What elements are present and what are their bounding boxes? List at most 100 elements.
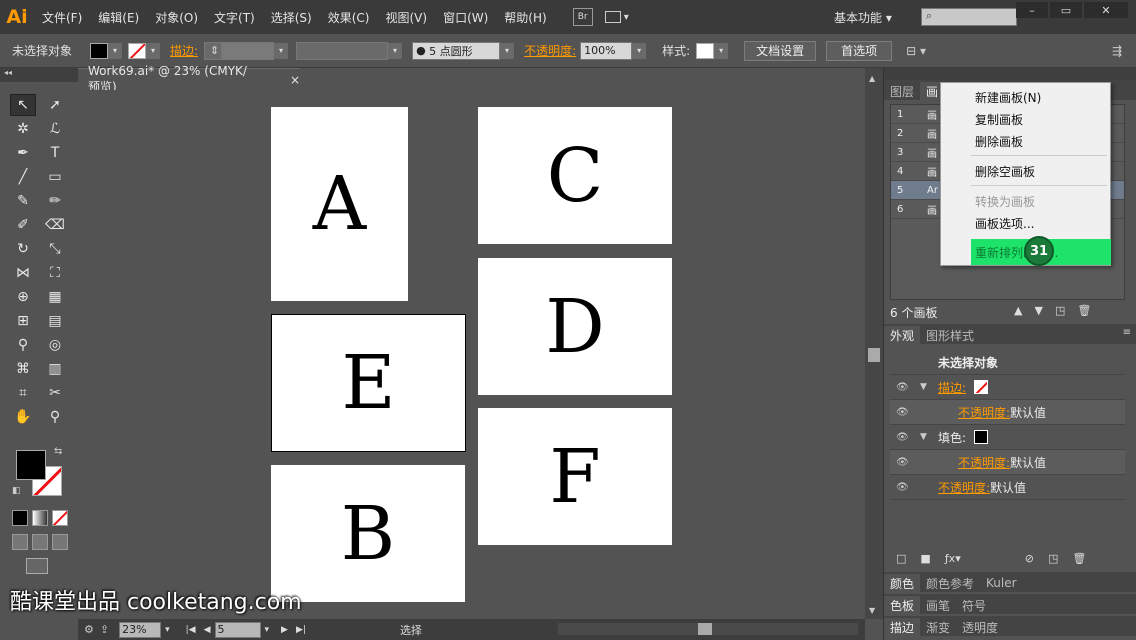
- shape-builder-tool-icon[interactable]: ⊕: [10, 286, 36, 308]
- menu-edit[interactable]: 编辑(E): [90, 9, 147, 26]
- pen-tool-icon[interactable]: ✒: [10, 142, 36, 164]
- tab-layers[interactable]: 图层: [884, 82, 921, 100]
- perspective-grid-tool-icon[interactable]: ▦: [42, 286, 68, 308]
- canvas[interactable]: A C D E F B: [78, 90, 865, 619]
- expand-triangle-icon[interactable]: ▼: [920, 432, 927, 442]
- mesh-tool-icon[interactable]: ⊞: [10, 310, 36, 332]
- brush-dropdown-icon[interactable]: ▾: [500, 42, 515, 59]
- next-artboard-icon[interactable]: ▶: [281, 625, 288, 635]
- zoom-dropdown-icon[interactable]: ▾: [165, 625, 170, 635]
- workspace-switcher[interactable]: 基本功能 ▾: [834, 9, 892, 26]
- scroll-down-icon[interactable]: ▼: [869, 606, 875, 615]
- stroke-label[interactable]: 描边:: [170, 42, 198, 59]
- close-tab-icon[interactable]: ×: [290, 73, 300, 87]
- width-tool-icon[interactable]: ⋈: [10, 262, 36, 284]
- artboard-dropdown-icon[interactable]: ▾: [265, 625, 270, 635]
- fill-opacity-label[interactable]: 不透明度:: [958, 454, 1010, 471]
- minimize-button[interactable]: –: [1016, 2, 1048, 18]
- stroke-dropdown-icon[interactable]: ▾: [146, 42, 161, 59]
- prev-artboard-icon[interactable]: ◀: [204, 625, 211, 635]
- tab-graphic-styles[interactable]: 图形样式: [920, 326, 981, 344]
- draw-inside-icon[interactable]: [52, 534, 68, 550]
- menu-file[interactable]: 文件(F): [34, 9, 90, 26]
- first-artboard-icon[interactable]: |◀: [186, 625, 196, 635]
- appearance-fill-row[interactable]: 👁 ▼ 填色:: [890, 425, 1125, 450]
- artboard-a[interactable]: A: [271, 107, 408, 301]
- artboard-number-field[interactable]: 5: [214, 621, 261, 638]
- new-artboard-icon[interactable]: ◳: [1055, 304, 1065, 317]
- menu-help[interactable]: 帮助(H): [496, 9, 554, 26]
- panel-menu-icon[interactable]: ⇶: [1112, 44, 1122, 58]
- magic-wand-tool-icon[interactable]: ✲: [10, 118, 36, 140]
- search-input[interactable]: ⌕: [921, 8, 1017, 26]
- stroke-none-icon[interactable]: [974, 380, 989, 394]
- delete-artboard-icon[interactable]: 🗑: [1077, 304, 1091, 317]
- new-stroke-icon[interactable]: □: [896, 552, 906, 568]
- artboard-e[interactable]: E: [271, 314, 466, 452]
- expand-triangle-icon[interactable]: ▼: [920, 382, 927, 392]
- bridge-button[interactable]: Br: [572, 8, 593, 26]
- gradient-tool-icon[interactable]: ▤: [42, 310, 68, 332]
- close-button[interactable]: ✕: [1084, 2, 1128, 18]
- stroke-attr-label[interactable]: 描边:: [938, 379, 966, 396]
- selection-tool-icon[interactable]: ↖: [10, 94, 36, 116]
- draw-behind-icon[interactable]: [32, 534, 48, 550]
- eye-icon[interactable]: 👁: [896, 457, 909, 468]
- pencil-tool-icon[interactable]: ✏: [42, 190, 68, 212]
- gradient-mode-icon[interactable]: [32, 510, 48, 526]
- tab-color-guide[interactable]: 颜色参考: [920, 574, 981, 592]
- opacity-dropdown-icon[interactable]: ▾: [632, 42, 647, 59]
- none-mode-icon[interactable]: [52, 510, 68, 526]
- document-tab[interactable]: Work69.ai* @ 23% (CMYK/预览) ×: [78, 64, 300, 94]
- document-setup-button[interactable]: 文档设置: [744, 40, 817, 61]
- variable-width-dropdown-icon[interactable]: ▾: [388, 42, 403, 59]
- symbol-sprayer-tool-icon[interactable]: ⌘: [10, 358, 36, 380]
- color-mode-icon[interactable]: [12, 510, 28, 526]
- hand-tool-icon[interactable]: ✋: [10, 406, 36, 428]
- artboard-tool-icon[interactable]: ⌗: [10, 382, 36, 404]
- paintbrush-tool-icon[interactable]: ✎: [10, 190, 36, 212]
- fx-icon[interactable]: ƒx▾: [945, 552, 961, 568]
- tab-gradient[interactable]: 渐变: [920, 618, 957, 636]
- rectangle-tool-icon[interactable]: ▭: [42, 166, 68, 188]
- move-up-icon[interactable]: ▲: [1014, 304, 1022, 317]
- artboard-b[interactable]: B: [271, 465, 465, 602]
- appearance-stroke-row[interactable]: 👁 ▼ 描边:: [890, 375, 1125, 400]
- style-dropdown-icon[interactable]: ▾: [714, 42, 729, 59]
- eye-icon[interactable]: 👁: [896, 382, 909, 393]
- arrange-documents-button[interactable]: ▾: [604, 8, 633, 26]
- stroke-swatch[interactable]: [128, 42, 147, 59]
- h-scroll-thumb[interactable]: [698, 623, 712, 635]
- menu-select[interactable]: 选择(S): [263, 9, 320, 26]
- status-icon[interactable]: ⚙: [84, 623, 94, 636]
- clear-appearance-icon[interactable]: ⊘: [1025, 552, 1034, 568]
- direct-selection-tool-icon[interactable]: ➚: [42, 94, 68, 116]
- appearance-opacity-row[interactable]: 👁 不透明度: 默认值: [890, 400, 1125, 425]
- panel-menu-icon[interactable]: ≡: [1123, 327, 1131, 338]
- menu-effect[interactable]: 效果(C): [320, 9, 378, 26]
- stroke-weight-field[interactable]: [222, 41, 275, 60]
- brush-field[interactable]: ● 5 点圆形: [412, 41, 501, 60]
- delete-item-icon[interactable]: 🗑: [1072, 552, 1086, 568]
- blob-brush-tool-icon[interactable]: ✐: [10, 214, 36, 236]
- menu-delete-empty-artboards[interactable]: 删除空画板: [975, 163, 1035, 180]
- vertical-scrollbar[interactable]: ▲ ▼: [865, 68, 883, 619]
- slice-tool-icon[interactable]: ✂: [42, 382, 68, 404]
- scroll-up-icon[interactable]: ▲: [869, 74, 875, 83]
- free-transform-tool-icon[interactable]: ⛶: [42, 262, 68, 284]
- menu-delete-artboards[interactable]: 删除画板: [975, 133, 1023, 150]
- eyedropper-tool-icon[interactable]: ⚲: [10, 334, 36, 356]
- eraser-tool-icon[interactable]: ⌫: [42, 214, 68, 236]
- type-tool-icon[interactable]: T: [42, 142, 68, 164]
- share-icon[interactable]: ⇪: [100, 623, 109, 636]
- eye-icon[interactable]: 👁: [896, 432, 909, 443]
- line-tool-icon[interactable]: ╱: [10, 166, 36, 188]
- scale-tool-icon[interactable]: ⤡: [42, 238, 68, 260]
- tab-transparency[interactable]: 透明度: [956, 618, 1005, 636]
- new-fill-icon[interactable]: ■: [920, 552, 930, 568]
- menu-duplicate-artboards[interactable]: 复制画板: [975, 111, 1023, 128]
- menu-window[interactable]: 窗口(W): [435, 9, 496, 26]
- screen-mode-icon[interactable]: [26, 558, 48, 574]
- appearance-fill-opacity-row[interactable]: 👁 不透明度: 默认值: [890, 450, 1125, 475]
- maximize-button[interactable]: ▭: [1050, 2, 1082, 18]
